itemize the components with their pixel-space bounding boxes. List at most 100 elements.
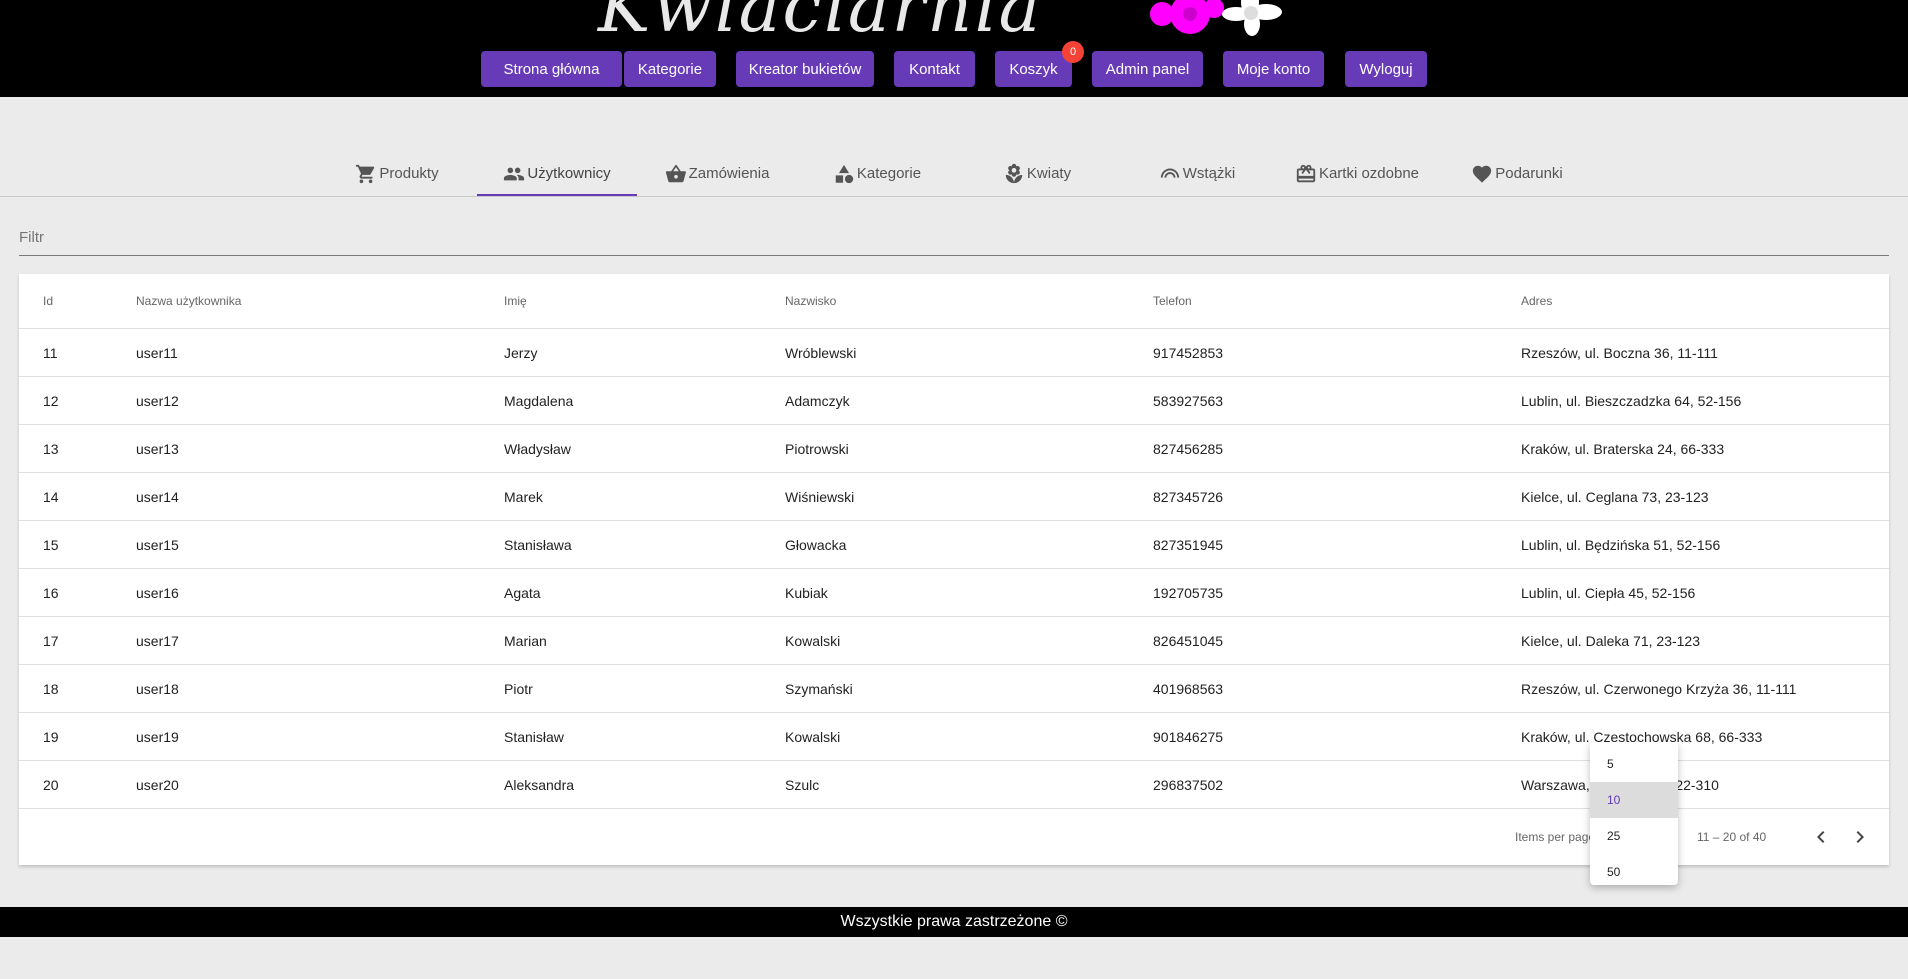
tab-label: Zamówienia [688,165,770,182]
cell-id: 19 [43,728,59,745]
cell-last-name: Szulc [785,776,820,793]
main-nav: Strona główna Kategorie Kreator bukietów… [0,41,1908,87]
cell-address: Kraków, ul. Braterska 24, 66-333 [1521,440,1725,457]
cell-phone: 296837502 [1153,776,1224,793]
table-row[interactable]: 12 user12 Magdalena Adamczyk 583927563 Lublin… [19,377,1889,425]
page-size-option[interactable]: 50 [1590,854,1678,890]
nav-home-button[interactable]: Strona główna [481,51,622,87]
tab-users[interactable]: Użytkownicy [477,150,637,197]
filter-field [19,222,1889,256]
tab-products[interactable]: Produkty [317,150,477,197]
cell-username: user17 [136,632,179,649]
cell-username: user14 [136,488,179,505]
page-size-option[interactable]: 5 [1590,746,1678,782]
cell-first-name: Stanisława [504,536,572,553]
nav-categories-button[interactable]: Kategorie [624,51,716,87]
nav-cart: Koszyk 0 [995,41,1084,87]
basket-icon [665,164,686,182]
table-row[interactable]: 11 user11 Jerzy Wróblewski 917452853 Rzeszów,… [19,329,1889,377]
page-size-option-selected[interactable]: 10 [1590,782,1678,818]
cell-id: 12 [43,392,59,409]
items-per-page-dropdown: 5 10 25 50 [1590,742,1678,885]
cell-address: Lublin, ul. Ciepła 45, 52-156 [1521,584,1696,601]
table-row[interactable]: 17 user17 Marian Kowalski 826451045 Kielce, u… [19,617,1889,665]
cell-last-name: Kowalski [785,728,841,745]
cell-first-name: Aleksandra [504,776,575,793]
previous-page-button[interactable] [1807,823,1835,851]
cell-last-name: Adamczyk [785,392,850,409]
tab-ribbons[interactable]: Wstążki [1117,150,1277,197]
tab-categories[interactable]: Kategorie [797,150,957,197]
tab-orders[interactable]: Zamówienia [637,150,797,197]
column-header-last-name[interactable]: Nazwisko [785,274,836,328]
cell-phone: 901846275 [1153,728,1224,745]
cell-first-name: Agata [504,584,541,601]
cell-phone: 192705735 [1153,584,1224,601]
cell-id: 17 [43,632,59,649]
column-header-id[interactable]: Id [43,274,53,328]
cell-username: user15 [136,536,179,553]
cell-phone: 401968563 [1153,680,1224,697]
cell-address: Kielce, ul. Daleka 71, 23-123 [1521,632,1700,649]
nav-admin-panel-button[interactable]: Admin panel [1092,51,1203,87]
nav-my-account-button[interactable]: Moje konto [1223,51,1324,87]
cell-first-name: Stanisław [504,728,564,745]
filter-input[interactable] [19,222,1889,252]
table-row[interactable]: 16 user16 Agata Kubiak 192705735 Lublin, ul. … [19,569,1889,617]
cart-count-badge: 0 [1062,41,1084,63]
cell-address: Kielce, ul. Ceglana 73, 23-123 [1521,488,1709,505]
table-row[interactable]: 14 user14 Marek Wiśniewski 827345726 Kielce, … [19,473,1889,521]
column-header-username[interactable]: Nazwa użytkownika [136,274,241,328]
page-size-option[interactable]: 25 [1590,818,1678,854]
heart-icon [1473,165,1492,183]
cell-phone: 827456285 [1153,440,1224,457]
cell-username: user11 [136,344,178,361]
cell-first-name: Marek [504,488,543,505]
copyright-text: Wszystkie prawa zastrzeżone © [840,913,1068,930]
nav-logout-button[interactable]: Wyloguj [1345,51,1427,87]
nav-cart-button[interactable]: Koszyk [995,51,1072,87]
cell-id: 20 [43,776,59,793]
items-per-page-label: Items per page: [1515,830,1599,844]
cell-first-name: Magdalena [504,392,574,409]
column-header-first-name[interactable]: Imię [504,274,527,328]
column-header-phone[interactable]: Telefon [1153,274,1192,328]
cell-first-name: Piotr [504,680,533,697]
tab-flowers[interactable]: Kwiaty [957,150,1117,197]
flower-logo-icon [1150,0,1282,36]
cell-last-name: Wiśniewski [785,488,855,505]
column-header-address[interactable]: Adres [1521,274,1552,328]
tab-label: Kwiaty [1026,165,1072,182]
next-page-button[interactable] [1846,823,1874,851]
cell-username: user18 [136,680,179,697]
chevron-left-icon [1817,831,1825,843]
category-icon [835,164,854,183]
cell-first-name: Władysław [504,440,571,457]
tab-label: Produkty [379,165,439,182]
cell-id: 15 [43,536,59,553]
ribbon-icon [1160,168,1179,178]
cell-address: Lublin, ul. Bieszczadzka 64, 52-156 [1521,392,1742,409]
table-row[interactable]: 15 user15 Stanisława Głowacka 827351945 Lubli… [19,521,1889,569]
cell-last-name: Szymański [785,680,853,697]
admin-tabs: Produkty Użytkownicy Zamówienia Kategori… [0,150,1908,197]
nav-bouquet-creator-button[interactable]: Kreator bukietów [736,51,874,87]
tab-gifts[interactable]: Podarunki [1437,150,1597,197]
cell-address: Lublin, ul. Będzińska 51, 52-156 [1521,536,1721,553]
active-tab-indicator [477,194,637,196]
cell-address: Rzeszów, ul. Czerwonego Krzyża 36, 11-11… [1521,680,1797,697]
page-range-label: 11 – 20 of 40 [1697,830,1767,844]
cell-username: user20 [136,776,179,793]
cell-id: 11 [43,344,58,361]
table-row[interactable]: 18 user18 Piotr Szymański 401968563 Rzeszów, … [19,665,1889,713]
cell-last-name: Głowacka [785,536,847,553]
cell-last-name: Piotrowski [785,440,849,457]
cell-id: 16 [43,584,59,601]
people-icon [504,167,525,180]
cell-phone: 827345726 [1153,488,1224,505]
nav-contact-button[interactable]: Kontakt [894,51,975,87]
cell-last-name: Kubiak [785,584,828,601]
table-row[interactable]: 13 user13 Władysław Piotrowski 827456285 Krak… [19,425,1889,473]
cell-first-name: Marian [504,632,547,649]
tab-cards[interactable]: Kartki ozdobne [1277,150,1437,197]
